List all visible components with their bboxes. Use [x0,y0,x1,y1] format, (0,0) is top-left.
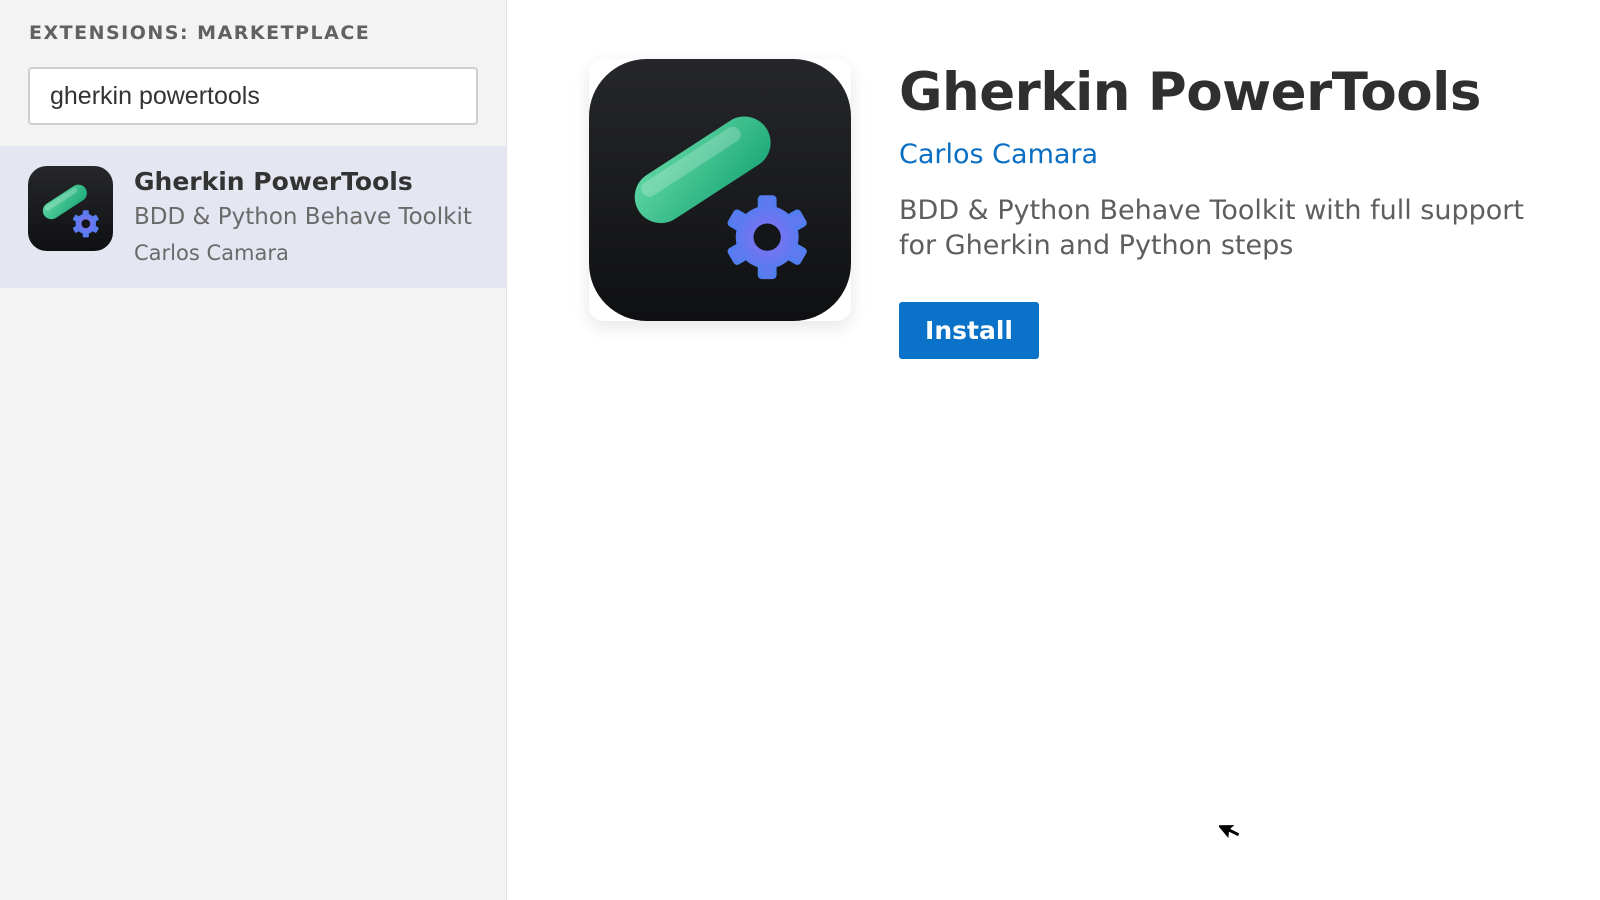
install-button[interactable]: Install [899,302,1039,359]
detail-icon-container [589,59,851,321]
gherkin-powertools-logo-icon [28,166,113,251]
extension-publisher: Carlos Camara [134,241,289,265]
sidebar-title: EXTENSIONS: MARKETPLACE [29,22,371,44]
extensions-sidebar: EXTENSIONS: MARKETPLACE Gherkin PowerToo… [0,0,507,900]
mouse-cursor-icon [1219,823,1241,840]
search-input[interactable] [28,67,478,125]
extension-name: Gherkin PowerTools [134,167,413,196]
publisher-link[interactable]: Carlos Camara [899,139,1098,170]
gherkin-powertools-logo-icon [589,59,851,321]
extension-description: BDD & Python Behave Toolkit [134,204,472,230]
extension-title: Gherkin PowerTools [899,62,1481,123]
extension-description: BDD & Python Behave Toolkit with full su… [899,195,1524,261]
list-item-gherkin-powertools[interactable]: Gherkin PowerTools BDD & Python Behave T… [0,146,506,288]
